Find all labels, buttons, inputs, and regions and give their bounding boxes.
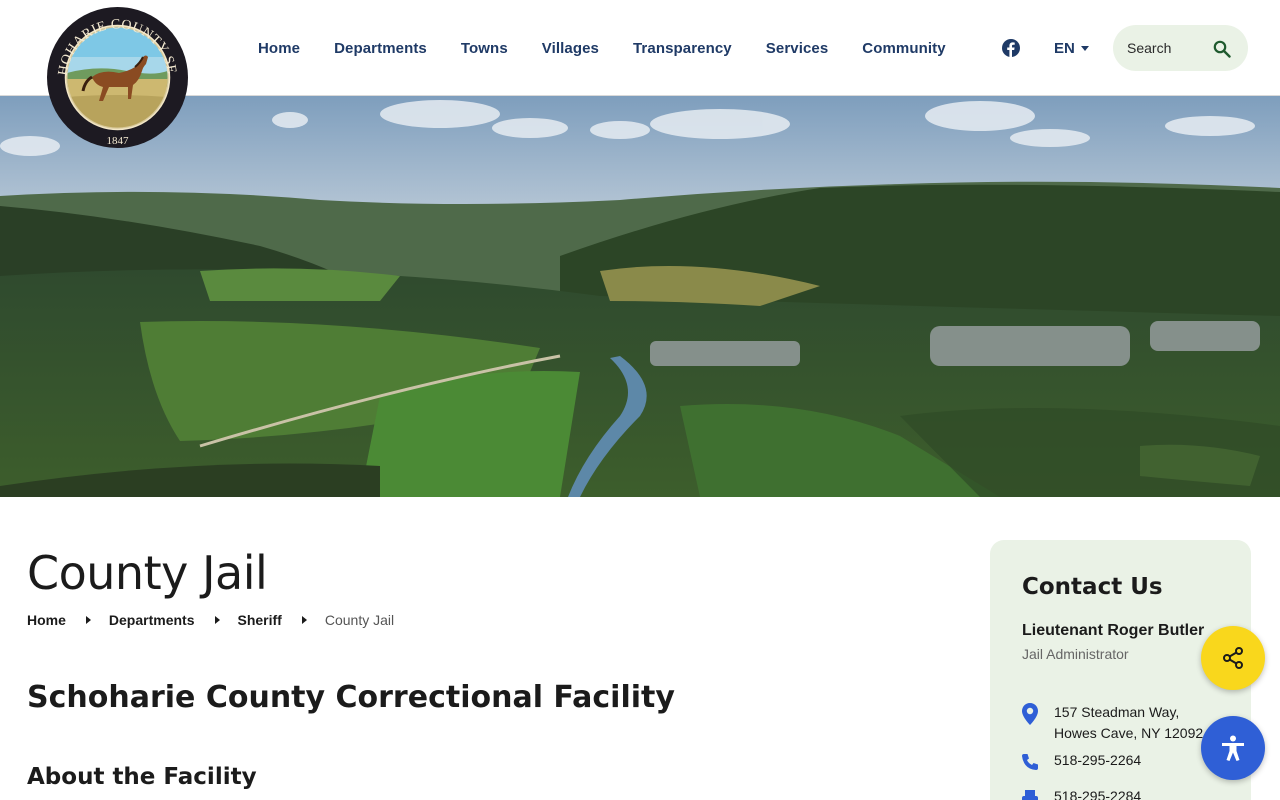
search-icon[interactable] [1213,40,1231,58]
contact-name: Lieutenant Roger Butler [1022,622,1205,639]
share-button[interactable] [1201,626,1265,690]
site-header: Home Departments Towns Villages Transpar… [0,0,1280,96]
breadcrumb-sheriff[interactable]: Sheriff [238,612,282,628]
nav-departments[interactable]: Departments [317,40,444,57]
nav-community[interactable]: Community [845,40,962,57]
share-icon [1223,647,1243,669]
contact-heading: Contact Us [1022,574,1163,600]
accessibility-icon [1222,735,1244,761]
about-heading: About the Facility [27,764,257,790]
seal-year: 1847 [107,135,130,147]
accessibility-button[interactable] [1201,716,1265,780]
fax-icon [1020,788,1040,800]
main-nav: Home Departments Towns Villages Transpar… [241,0,963,96]
county-seal-logo[interactable]: SCHOHARIE COUNTY SEAL 1847 [47,7,188,148]
caret-right-icon [214,616,220,624]
breadcrumb: Home Departments Sheriff County Jail [27,612,394,628]
phone-icon [1020,752,1040,772]
search-box [1113,25,1248,71]
nav-towns[interactable]: Towns [444,40,525,57]
breadcrumb-home[interactable]: Home [27,612,66,628]
phone-number: 518-295-2264 [1054,752,1142,768]
language-label: EN [1054,40,1075,57]
caret-right-icon [85,616,91,624]
contact-phone[interactable]: 518-295-2264 [1020,752,1141,772]
breadcrumb-current: County Jail [324,612,395,628]
nav-home[interactable]: Home [241,40,317,57]
map-pin-icon [1020,702,1040,725]
nav-transparency[interactable]: Transparency [616,40,749,57]
contact-fax: 518-295-2284 [1020,788,1141,800]
address-line-1: 157 Steadman Way, [1054,704,1180,720]
facebook-icon[interactable] [1002,39,1020,57]
caret-right-icon [301,616,307,624]
page-title: County Jail [27,546,268,600]
caret-down-icon [1080,46,1089,51]
contact-role: Jail Administrator [1022,646,1129,662]
search-input[interactable] [1127,40,1217,56]
contact-address: 157 Steadman Way, Howes Cave, NY 12092 [1020,702,1203,744]
language-selector[interactable]: EN [1054,40,1089,57]
facility-heading: Schoharie County Correctional Facility [27,680,675,715]
nav-villages[interactable]: Villages [525,40,616,57]
hero-image [0,96,1280,497]
address-line-2: Howes Cave, NY 12092 [1054,725,1204,741]
nav-services[interactable]: Services [749,40,846,57]
fax-number: 518-295-2284 [1054,788,1142,800]
breadcrumb-departments[interactable]: Departments [109,612,195,628]
